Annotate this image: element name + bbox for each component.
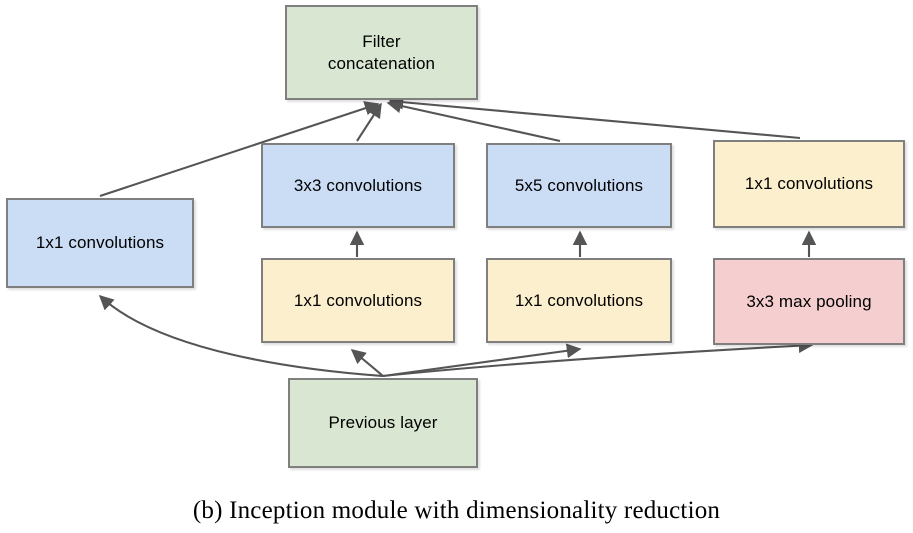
node-label-conv-1x1-direct: 1x1 convolutions bbox=[35, 233, 165, 253]
node-label-conv-5x5: 5x5 convolutions bbox=[514, 175, 644, 195]
edge-conv-3x3-to-concat bbox=[356, 102, 382, 142]
node-conv-1x1-reduce-5x5[interactable]: 1x1 convolutions bbox=[486, 258, 672, 343]
node-label-conv-1x1-pool-branch: 1x1 convolutions bbox=[744, 174, 874, 194]
edge-prev-to-max-pool bbox=[382, 338, 814, 378]
node-label-conv-1x1-reduce-3x3: 1x1 convolutions bbox=[293, 290, 423, 310]
node-conv-1x1-direct[interactable]: 1x1 convolutions bbox=[6, 198, 194, 288]
node-label-conv-3x3: 3x3 convolutions bbox=[293, 175, 423, 195]
node-label-filter-concatenation: Filter concatenation bbox=[327, 32, 436, 73]
edge-prev-to-1x1-reduce-5x5 bbox=[382, 343, 582, 378]
node-label-max-pool-3x3: 3x3 max pooling bbox=[746, 291, 872, 311]
node-conv-1x1-reduce-3x3[interactable]: 1x1 convolutions bbox=[261, 258, 455, 343]
node-conv-3x3[interactable]: 3x3 convolutions bbox=[261, 143, 455, 228]
node-label-conv-1x1-reduce-5x5: 1x1 convolutions bbox=[514, 290, 644, 310]
edge-1x1-pool-branch-to-concat bbox=[388, 94, 801, 140]
figure-canvas: Filter concatenation 3x3 convolutions 5x… bbox=[0, 0, 913, 533]
node-conv-1x1-pool-branch[interactable]: 1x1 convolutions bbox=[713, 140, 905, 228]
edge-prev-to-1x1-reduce-3x3 bbox=[350, 349, 384, 377]
edge-conv-5x5-to-concat bbox=[386, 98, 561, 143]
node-max-pool-3x3[interactable]: 3x3 max pooling bbox=[713, 258, 905, 345]
node-previous-layer[interactable]: Previous layer bbox=[288, 378, 478, 468]
node-conv-5x5[interactable]: 5x5 convolutions bbox=[486, 143, 672, 228]
figure-caption: (b) Inception module with dimensionality… bbox=[192, 497, 721, 524]
node-filter-concatenation[interactable]: Filter concatenation bbox=[285, 5, 478, 100]
node-label-previous-layer: Previous layer bbox=[328, 413, 438, 433]
